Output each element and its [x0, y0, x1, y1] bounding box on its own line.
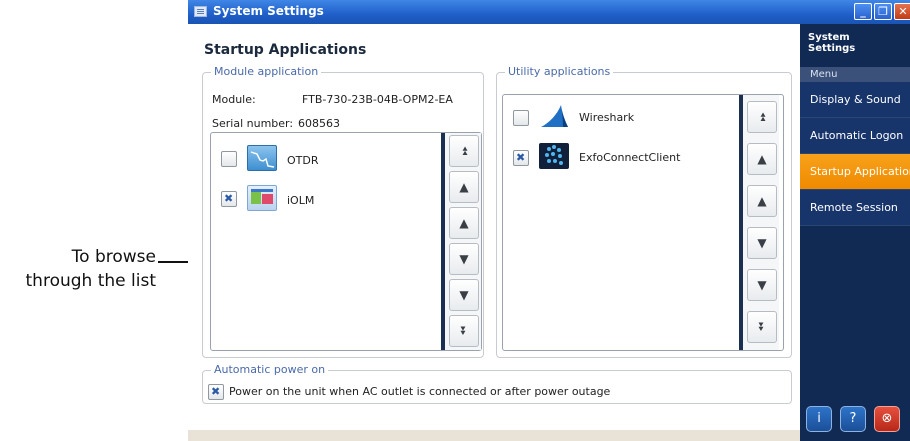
- otdr-checkbox[interactable]: [221, 151, 237, 167]
- utility-scroll-page-up-button[interactable]: ▲: [747, 143, 777, 175]
- iolm-checkbox[interactable]: [221, 191, 237, 207]
- help-button[interactable]: ?: [840, 406, 866, 432]
- sidebar-item-remote-session[interactable]: Remote Session: [800, 190, 910, 226]
- window-title: System Settings: [213, 4, 324, 18]
- minimize-button[interactable]: _: [854, 3, 872, 20]
- serial-value: 608563: [298, 117, 340, 130]
- module-scroll-page-down-button[interactable]: ▼: [449, 279, 479, 311]
- power-on-label: Power on the unit when AC outlet is conn…: [229, 385, 611, 398]
- iolm-label: iOLM: [287, 194, 315, 207]
- module-scroll-page-up-button[interactable]: ▲: [449, 171, 479, 203]
- status-bar: [188, 430, 800, 441]
- otdr-label: OTDR: [287, 154, 319, 167]
- exfoconnect-label: ExfoConnectClient: [579, 151, 681, 164]
- page-title: Startup Applications: [204, 42, 367, 58]
- sidebar-item-automatic-logon[interactable]: Automatic Logon: [800, 118, 910, 154]
- utility-list[interactable]: Wireshark ExfoConnectClient ⏫︎ ▲ ▲ ▼ ▼ ⏬…: [502, 94, 784, 351]
- exfoconnect-checkbox[interactable]: [513, 150, 529, 166]
- otdr-icon: [247, 145, 277, 171]
- list-item-wireshark[interactable]: Wireshark: [503, 99, 723, 135]
- utility-scroll-page-down-button[interactable]: ▼: [747, 269, 777, 301]
- list-item-iolm[interactable]: iOLM: [211, 181, 431, 217]
- module-scroll-down-button[interactable]: ▼: [449, 243, 479, 275]
- wireshark-label: Wireshark: [579, 111, 635, 124]
- power-group-legend: Automatic power on: [211, 363, 329, 376]
- module-list-scroller: ⏫︎ ▲ ▲ ▼ ▼ ⏬︎: [441, 133, 481, 350]
- exfoconnect-icon: [539, 143, 569, 169]
- module-group-legend: Module application: [211, 65, 322, 78]
- module-scroll-up-button[interactable]: ▲: [449, 207, 479, 239]
- iolm-icon: [247, 185, 277, 211]
- module-scroll-last-button[interactable]: ⏬︎: [449, 315, 479, 347]
- power-on-checkbox[interactable]: [208, 384, 224, 400]
- sidebar-item-startup-applications[interactable]: Startup Applications: [800, 154, 910, 190]
- utility-group-legend: Utility applications: [505, 65, 614, 78]
- utility-scroll-up-button[interactable]: ▲: [747, 185, 777, 217]
- settings-app-icon: [194, 6, 207, 17]
- utility-scroll-last-button[interactable]: ⏬︎: [747, 311, 777, 343]
- module-scroll-first-button[interactable]: ⏫︎: [449, 135, 479, 167]
- serial-label: Serial number:: [212, 117, 294, 130]
- sidebar-header: System Settings: [808, 32, 856, 54]
- content-pane: Startup Applications Module application …: [188, 24, 800, 430]
- list-item-exfoconnect[interactable]: ExfoConnectClient: [503, 139, 723, 175]
- sidebar: System Settings Menu Display & Sound Aut…: [800, 24, 910, 441]
- utility-list-scroller: ⏫︎ ▲ ▲ ▼ ▼ ⏬︎: [739, 95, 779, 350]
- module-list[interactable]: OTDR iOLM ⏫︎ ▲ ▲ ▼ ▼ ⏬︎: [210, 132, 482, 351]
- maximize-button[interactable]: ❐: [874, 3, 892, 20]
- callout-line-2: through the list: [25, 271, 156, 291]
- module-label: Module:: [212, 93, 256, 106]
- callout-text: To browse through the list: [26, 245, 156, 293]
- utility-scroll-first-button[interactable]: ⏫︎: [747, 101, 777, 133]
- sidebar-item-display-sound[interactable]: Display & Sound: [800, 82, 910, 118]
- list-item-otdr[interactable]: OTDR: [211, 141, 431, 177]
- module-value: FTB-730-23B-04B-OPM2-EA: [302, 93, 453, 106]
- sidebar-menu-label: Menu: [800, 67, 910, 82]
- wireshark-icon: [539, 103, 569, 129]
- callout-line-1: To browse: [71, 247, 156, 267]
- info-button[interactable]: i: [806, 406, 832, 432]
- system-settings-window: System Settings _ ❐ ✕ Startup Applicatio…: [188, 0, 910, 441]
- exit-button[interactable]: ⊗: [874, 406, 900, 432]
- title-bar: System Settings _ ❐ ✕: [188, 0, 910, 24]
- wireshark-checkbox[interactable]: [513, 110, 529, 126]
- utility-scroll-down-button[interactable]: ▼: [747, 227, 777, 259]
- close-button[interactable]: ✕: [894, 3, 910, 20]
